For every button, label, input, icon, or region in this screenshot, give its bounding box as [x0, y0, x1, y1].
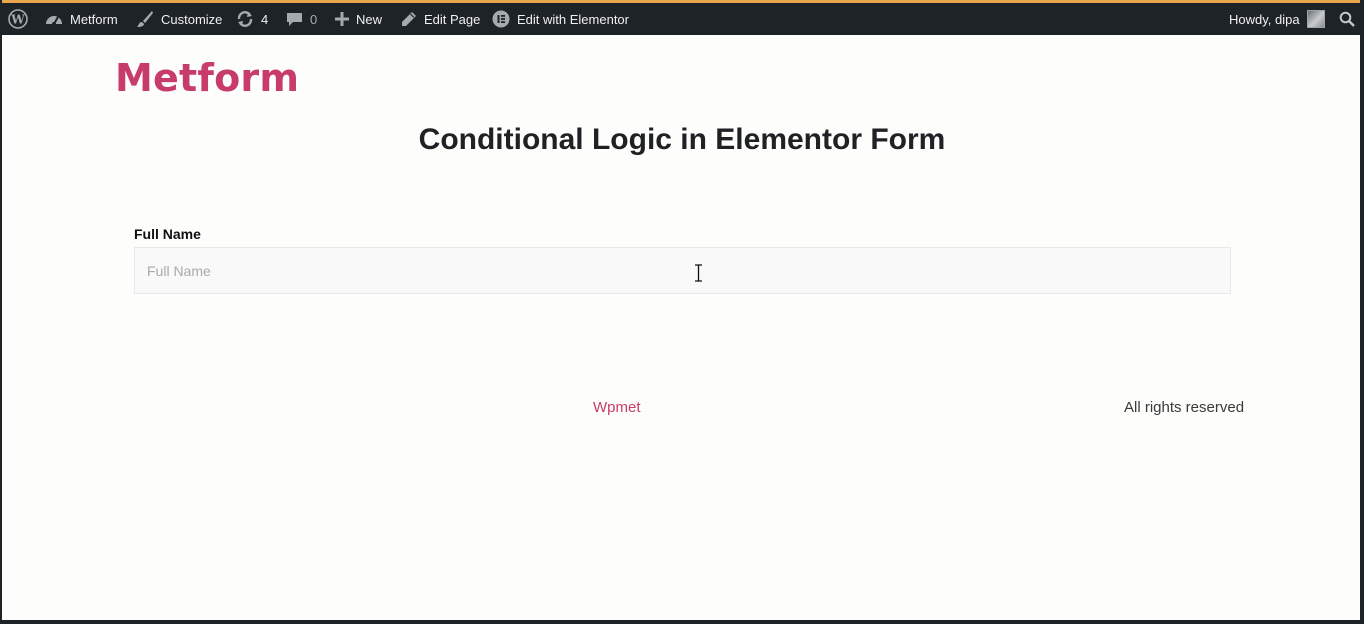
my-account-menu[interactable]: Howdy, dipa: [1229, 3, 1325, 35]
comments-menu[interactable]: 0: [286, 3, 317, 35]
page-title: Conditional Logic in Elementor Form: [418, 123, 946, 156]
dashboard-icon: [45, 11, 63, 27]
window-border-bottom: [0, 620, 1364, 624]
comment-icon: [286, 11, 303, 28]
site-name-menu[interactable]: Metform: [45, 3, 118, 35]
window-border-left: [0, 0, 2, 624]
edit-page-menu[interactable]: Edit Page: [401, 3, 480, 35]
updates-icon: [236, 10, 254, 28]
wordpress-logo-icon: W: [8, 9, 28, 29]
edit-page-label: Edit Page: [424, 11, 481, 27]
pencil-icon: [401, 11, 417, 27]
comments-count: 0: [310, 11, 318, 27]
wordpress-menu[interactable]: W: [8, 3, 28, 35]
wp-admin-bar: W Metform Customize 4 0 New Edit Page Ed…: [2, 3, 1360, 35]
avatar: [1306, 10, 1325, 28]
customize-label: Customize: [161, 11, 223, 27]
footer-rights-text: All rights reserved: [1124, 399, 1245, 416]
full-name-label: Full Name: [134, 226, 201, 242]
elementor-icon: [492, 10, 510, 28]
search-icon: [1339, 11, 1355, 27]
site-name-label: Metform: [70, 11, 118, 27]
edit-with-elementor-label: Edit with Elementor: [517, 11, 629, 27]
new-label: New: [356, 11, 383, 27]
customize-menu[interactable]: Customize: [136, 3, 222, 35]
text-cursor-icon: [695, 264, 702, 282]
footer-wpmet-link[interactable]: Wpmet: [593, 399, 641, 416]
new-content-menu[interactable]: New: [335, 3, 382, 35]
window-border-right: [1360, 0, 1364, 624]
updates-menu[interactable]: 4: [236, 3, 268, 35]
edit-with-elementor-menu[interactable]: Edit with Elementor: [492, 3, 629, 35]
brush-icon: [136, 10, 154, 28]
plus-icon: [335, 12, 349, 26]
full-name-input[interactable]: [134, 247, 1231, 294]
updates-count: 4: [261, 11, 269, 27]
search-button[interactable]: [1339, 3, 1355, 35]
svg-text:W: W: [10, 13, 25, 27]
site-title[interactable]: Metform: [115, 56, 299, 100]
howdy-label: Howdy, dipa: [1229, 11, 1300, 27]
